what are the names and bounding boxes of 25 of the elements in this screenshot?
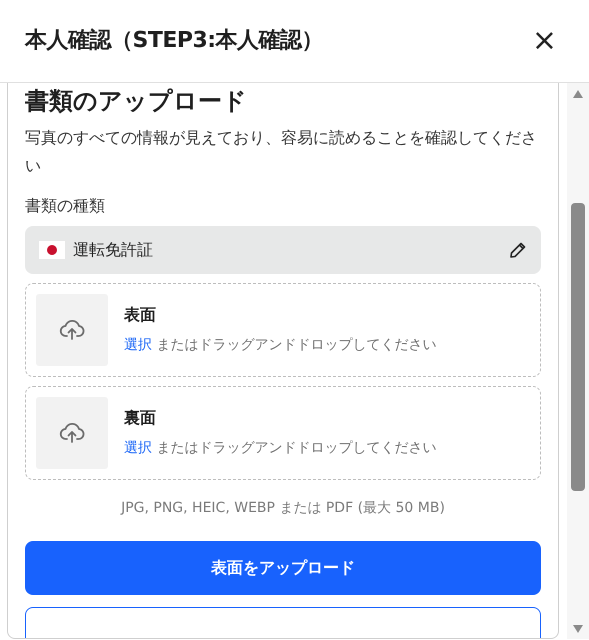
cloud-upload-icon [59,318,85,341]
section-heading: 書類のアップロード [25,87,248,116]
document-type-select[interactable]: 運転免許証 [25,226,541,274]
drop-hint: またはドラッグアンドドロップしてください [155,440,436,456]
upload-side-title: 裏面 [124,407,157,430]
scroll-down-icon[interactable] [572,624,584,634]
close-button[interactable]: × [528,26,561,56]
scroll-thumb[interactable] [571,203,585,491]
select-link[interactable]: 選択 [124,440,152,456]
select-value: 運転免許証 [73,238,154,261]
format-note: JPG, PNG, HEIC, WEBP または PDF (最大 50 MB) [119,498,446,518]
scroll-up-icon[interactable] [572,89,584,99]
upload-button[interactable]: 表面をアップロード [25,540,541,595]
drop-hint: またはドラッグアンドドロップしてください [155,337,436,354]
upload-side-title: 表面 [124,304,157,326]
upload-dropzone[interactable]: 表面 選択 またはドラッグアンドドロップしてください [25,282,541,377]
field-label: 書類の種類 [25,194,106,217]
cloud-upload-icon [59,422,85,444]
select-link[interactable]: 選択 [124,337,152,354]
scrollbar[interactable] [567,83,589,639]
section-description: 写真のすべての情報が見えており、容易に読めることを確認してください [25,126,538,177]
flag-icon [39,240,65,259]
dialog-title: 本人確認（STEP3:本人確認） [25,28,324,54]
upload-dropzone[interactable]: 裏面 選択 またはドラッグアンドドロップしてください [25,386,541,480]
pencil-icon [509,240,527,259]
